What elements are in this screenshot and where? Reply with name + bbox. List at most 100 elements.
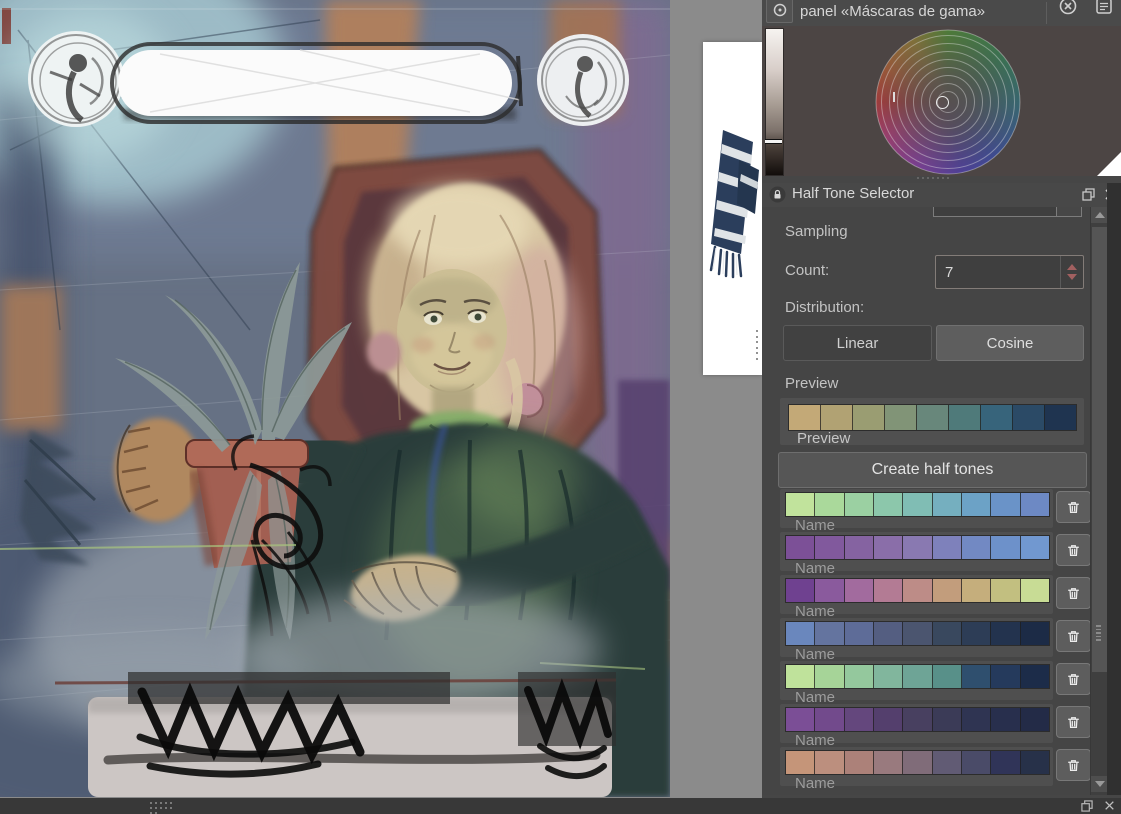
selector-corner-handle[interactable] — [1097, 152, 1121, 176]
color-swatch[interactable] — [903, 665, 933, 688]
color-swatch[interactable] — [844, 708, 874, 731]
color-swatch[interactable] — [1020, 493, 1049, 516]
vertical-scrollbar[interactable] — [1090, 207, 1108, 795]
color-swatch[interactable] — [932, 708, 962, 731]
color-swatch[interactable] — [786, 493, 816, 516]
color-swatch[interactable] — [786, 536, 816, 559]
color-swatch[interactable] — [815, 493, 845, 516]
color-swatch[interactable] — [844, 493, 874, 516]
color-swatch[interactable] — [961, 579, 992, 602]
color-swatch[interactable] — [917, 405, 949, 430]
gamut-mask-off-button[interactable] — [1058, 0, 1078, 16]
splitter-grip[interactable] — [754, 330, 760, 360]
color-swatch[interactable] — [991, 708, 1021, 731]
color-swatch[interactable] — [1020, 751, 1049, 774]
color-swatch[interactable] — [991, 665, 1021, 688]
palette-strip[interactable] — [785, 707, 1050, 732]
delete-palette-button[interactable] — [1056, 577, 1090, 609]
delete-palette-button[interactable] — [1056, 534, 1090, 566]
color-swatch[interactable] — [815, 751, 845, 774]
bottom-drag-handle[interactable] — [150, 802, 176, 814]
color-swatch[interactable] — [821, 405, 853, 430]
gamut-mask-toggle-button[interactable] — [766, 0, 793, 23]
palette-strip[interactable] — [785, 750, 1050, 775]
palette-strip[interactable] — [785, 664, 1050, 689]
palette-strip[interactable] — [785, 578, 1050, 603]
spin-down-icon[interactable] — [1067, 274, 1077, 280]
gamut-mask-list-button[interactable] — [1094, 0, 1114, 16]
canvas-workspace[interactable] — [0, 0, 762, 798]
color-swatch[interactable] — [1013, 405, 1045, 430]
palette-name-input[interactable] — [793, 774, 997, 793]
color-swatch[interactable] — [885, 405, 917, 430]
preview-strip[interactable] — [788, 404, 1077, 431]
preview-name-input[interactable] — [795, 429, 999, 448]
color-swatch[interactable] — [932, 665, 962, 688]
color-swatch[interactable] — [961, 708, 992, 731]
color-swatch[interactable] — [844, 536, 874, 559]
color-swatch[interactable] — [1020, 708, 1049, 731]
delete-palette-button[interactable] — [1056, 620, 1090, 652]
color-swatch[interactable] — [932, 536, 962, 559]
cosine-button[interactable]: Cosine — [936, 325, 1084, 361]
color-swatch[interactable] — [991, 536, 1021, 559]
advanced-color-selector[interactable] — [762, 26, 1121, 176]
color-swatch[interactable] — [991, 622, 1021, 645]
color-swatch[interactable] — [786, 622, 816, 645]
color-swatch[interactable] — [961, 665, 992, 688]
color-swatch[interactable] — [991, 751, 1021, 774]
color-swatch[interactable] — [853, 405, 885, 430]
color-swatch[interactable] — [844, 665, 874, 688]
color-swatch[interactable] — [815, 622, 845, 645]
color-swatch[interactable] — [873, 708, 904, 731]
palette-strip[interactable] — [785, 535, 1050, 560]
scrollbar-thumb[interactable] — [1092, 227, 1107, 672]
color-swatch[interactable] — [903, 536, 933, 559]
color-swatch[interactable] — [873, 493, 904, 516]
docker-drag-handle[interactable] — [917, 177, 949, 179]
color-swatch[interactable] — [786, 751, 816, 774]
color-swatch[interactable] — [1045, 405, 1076, 430]
color-swatch[interactable] — [873, 536, 904, 559]
color-swatch[interactable] — [873, 622, 904, 645]
delete-palette-button[interactable] — [1056, 663, 1090, 695]
color-swatch[interactable] — [932, 579, 962, 602]
color-swatch[interactable] — [991, 493, 1021, 516]
color-swatch[interactable] — [786, 579, 816, 602]
delete-palette-button[interactable] — [1056, 491, 1090, 523]
color-swatch[interactable] — [903, 751, 933, 774]
color-swatch[interactable] — [786, 665, 816, 688]
color-swatch[interactable] — [1020, 579, 1049, 602]
color-swatch[interactable] — [844, 579, 874, 602]
color-swatch[interactable] — [844, 622, 874, 645]
color-swatch[interactable] — [844, 751, 874, 774]
docker-lock-button[interactable] — [769, 186, 786, 203]
reference-image-document[interactable] — [703, 42, 762, 375]
color-swatch[interactable] — [873, 579, 904, 602]
linear-button[interactable]: Linear — [783, 325, 932, 361]
color-swatch[interactable] — [815, 665, 845, 688]
color-swatch[interactable] — [991, 579, 1021, 602]
color-swatch[interactable] — [932, 493, 962, 516]
color-swatch[interactable] — [961, 751, 992, 774]
bottom-close-button[interactable] — [1102, 799, 1116, 812]
color-swatch[interactable] — [903, 493, 933, 516]
scroll-down-button[interactable] — [1091, 776, 1108, 792]
color-swatch[interactable] — [949, 405, 981, 430]
color-swatch[interactable] — [815, 708, 845, 731]
value-slider[interactable] — [765, 28, 784, 176]
color-swatch[interactable] — [981, 405, 1013, 430]
color-swatch[interactable] — [815, 536, 845, 559]
color-swatch[interactable] — [873, 665, 904, 688]
clipped-scrolled-widget[interactable] — [933, 207, 1082, 217]
color-swatch[interactable] — [903, 579, 933, 602]
color-swatch[interactable] — [1020, 536, 1049, 559]
color-swatch[interactable] — [786, 708, 816, 731]
color-swatch[interactable] — [1020, 665, 1049, 688]
docker-float-button[interactable] — [1082, 188, 1095, 201]
color-swatch[interactable] — [789, 405, 821, 430]
color-swatch[interactable] — [1020, 622, 1049, 645]
bottom-float-button[interactable] — [1080, 799, 1094, 812]
value-slider-handle[interactable] — [765, 139, 782, 144]
color-swatch[interactable] — [961, 536, 992, 559]
